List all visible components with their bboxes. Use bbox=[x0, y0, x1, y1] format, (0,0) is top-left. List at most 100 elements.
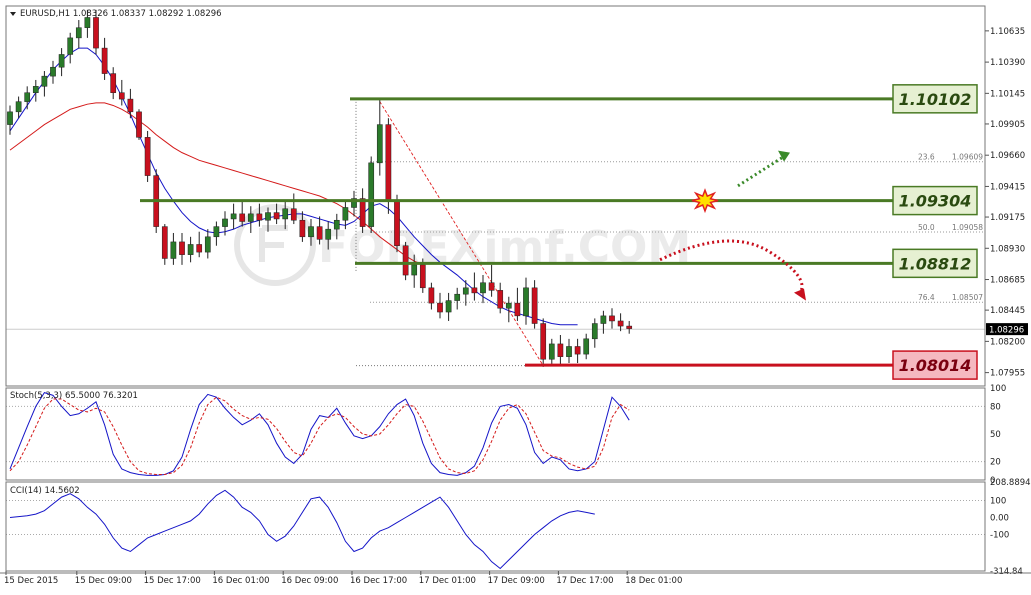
chart-title: EURUSD,H1 1.08326 1.08337 1.08292 1.0829… bbox=[20, 9, 222, 19]
candle bbox=[265, 212, 271, 221]
candle bbox=[557, 343, 564, 357]
candle bbox=[514, 302, 521, 317]
candle bbox=[273, 212, 280, 220]
stoch-tick-label: 50 bbox=[990, 430, 1001, 440]
cci-tick-label: -100 bbox=[990, 530, 1009, 540]
time-tick-label: 16 Dec 09:00 bbox=[281, 576, 338, 586]
candle bbox=[591, 323, 598, 340]
trading-chart[interactable]: FOREXimf.COM 23.6 1.09609 50.0 1.09058 76.4 1… bbox=[0, 0, 1031, 591]
candle bbox=[600, 315, 607, 324]
price-tick-label: 1.10390 bbox=[990, 58, 1025, 68]
time-tick-label: 16 Dec 17:00 bbox=[350, 576, 407, 586]
candle bbox=[325, 228, 332, 240]
candle bbox=[213, 226, 220, 238]
candle bbox=[24, 92, 31, 102]
candle bbox=[462, 287, 469, 295]
candle bbox=[342, 207, 349, 221]
candle bbox=[110, 73, 117, 93]
candle bbox=[583, 338, 590, 355]
candle bbox=[419, 264, 426, 289]
candle bbox=[75, 27, 82, 39]
price-tick-label: 1.08445 bbox=[990, 306, 1025, 316]
candle bbox=[161, 226, 168, 259]
fib-ratio-label: 76.4 bbox=[918, 293, 935, 302]
candle bbox=[230, 213, 237, 220]
candle bbox=[196, 244, 203, 253]
fib-price-label: 1.08507 bbox=[952, 293, 983, 302]
candle bbox=[540, 323, 547, 360]
price-level-label: 1.08014 bbox=[899, 356, 972, 375]
stoch-title: Stoch(5,3,3) 65.5000 76.3201 bbox=[10, 391, 138, 401]
price-level-box: 1.08014 bbox=[892, 350, 978, 380]
candle bbox=[437, 302, 443, 313]
candle bbox=[204, 236, 211, 253]
cci-tick-label: -314.84 bbox=[990, 567, 1023, 577]
candle bbox=[290, 208, 297, 221]
candle bbox=[531, 287, 538, 324]
candle bbox=[15, 101, 22, 113]
candle bbox=[144, 137, 151, 176]
candle bbox=[32, 86, 39, 93]
candle bbox=[256, 213, 263, 221]
candle bbox=[247, 213, 254, 222]
candle bbox=[67, 37, 74, 55]
cci-title: CCI(14) 14.5602 bbox=[10, 486, 80, 496]
price-tick-label: 1.10635 bbox=[990, 27, 1025, 37]
time-tick-label: 15 Dec 09:00 bbox=[75, 576, 132, 586]
candle bbox=[118, 92, 125, 100]
candle bbox=[333, 219, 340, 230]
candle bbox=[359, 198, 366, 227]
price-tick-label: 1.09905 bbox=[990, 120, 1025, 130]
stoch-tick-label: 100 bbox=[990, 384, 1006, 394]
candle bbox=[566, 346, 572, 357]
price-level-label: 1.09304 bbox=[899, 192, 972, 211]
candle bbox=[609, 315, 615, 322]
fib-ratio-label: 23.6 bbox=[918, 153, 935, 162]
candle bbox=[480, 282, 486, 294]
current-price-label: 1.08296 bbox=[989, 326, 1024, 336]
price-level-box: 1.08812 bbox=[892, 248, 978, 279]
price-tick-label: 1.08200 bbox=[990, 337, 1025, 347]
candle bbox=[93, 17, 99, 49]
candle bbox=[626, 325, 633, 329]
price-level-label: 1.08812 bbox=[899, 254, 972, 273]
time-tick-label: 17 Dec 17:00 bbox=[556, 576, 613, 586]
price-level-box: 1.10102 bbox=[892, 84, 978, 114]
candle bbox=[548, 343, 555, 360]
price-level-label: 1.10102 bbox=[899, 90, 972, 109]
chart-window: FOREXimf.COM 23.6 1.09609 50.0 1.09058 76.4 1… bbox=[0, 0, 1031, 591]
candle bbox=[316, 226, 323, 240]
candle bbox=[376, 124, 383, 164]
price-tick-label: 1.09175 bbox=[990, 213, 1025, 223]
candle bbox=[136, 111, 142, 138]
candle bbox=[428, 287, 435, 304]
price-tick-label: 1.09415 bbox=[990, 182, 1025, 192]
candle bbox=[385, 124, 392, 202]
candle bbox=[445, 300, 452, 313]
time-tick-label: 18 Dec 01:00 bbox=[625, 576, 682, 586]
price-tick-label: 1.10145 bbox=[990, 89, 1025, 99]
candle bbox=[50, 66, 56, 77]
stoch-tick-label: 20 bbox=[990, 458, 1001, 468]
candle bbox=[617, 320, 624, 327]
fib-ratio-label: 50.0 bbox=[918, 223, 935, 232]
candle bbox=[505, 302, 512, 309]
stoch-tick-label: 80 bbox=[990, 402, 1001, 412]
time-tick-label: 17 Dec 09:00 bbox=[488, 576, 545, 586]
candle bbox=[127, 98, 134, 113]
time-tick-label: 17 Dec 01:00 bbox=[419, 576, 476, 586]
breakout-star-icon bbox=[691, 188, 719, 214]
candle bbox=[84, 17, 91, 28]
candle bbox=[497, 290, 504, 309]
time-tick-label: 15 Dec 17:00 bbox=[144, 576, 201, 586]
candle bbox=[41, 75, 48, 87]
watermark-text: FOREXimf.COM bbox=[318, 222, 691, 273]
price-tick-label: 1.09660 bbox=[990, 151, 1025, 161]
fib-price-label: 1.09609 bbox=[952, 153, 983, 162]
candle bbox=[58, 54, 65, 68]
price-tick-label: 1.07955 bbox=[990, 369, 1025, 379]
candle bbox=[222, 218, 228, 227]
candle bbox=[394, 200, 400, 246]
cci-tick-label: 208.8894 bbox=[990, 478, 1031, 488]
price-level-box: 1.09304 bbox=[892, 185, 978, 216]
